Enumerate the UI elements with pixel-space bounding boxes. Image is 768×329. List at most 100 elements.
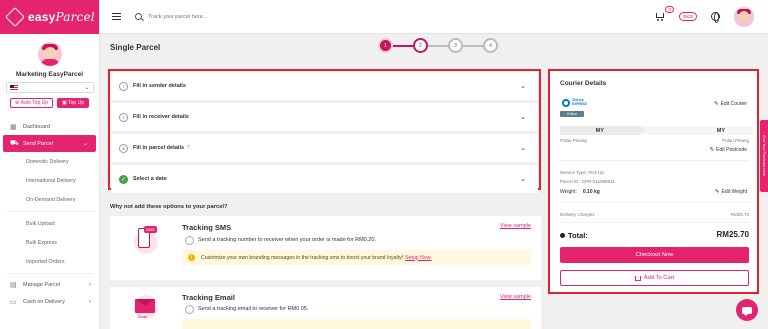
malaysia-flag-icon <box>9 85 18 90</box>
sidebar-item-manage-parcel[interactable]: ▤ Manage Parcel › <box>0 276 99 293</box>
cart-icon[interactable]: 0 <box>655 6 674 21</box>
sms-option-radio[interactable] <box>185 236 194 245</box>
check-icon: ✓ <box>119 174 128 184</box>
chevron-down-icon[interactable]: ⌄ <box>520 144 526 152</box>
sidebar-subitem-imported-orders[interactable]: Imported Orders <box>0 252 99 271</box>
top-up-button[interactable]: ▣ Top Up <box>57 98 89 108</box>
accordion-label: Fill in receiver details <box>133 114 189 120</box>
setup-now-link[interactable]: Setup Now. <box>405 255 432 261</box>
option-description: Send a tracking number to receiver when … <box>198 237 376 243</box>
sidebar-item-label: Dashboard <box>23 123 50 130</box>
step-2[interactable]: 2 <box>413 38 428 53</box>
pencil-icon: ✎ <box>713 101 719 107</box>
accordion-sender-details[interactable]: i Fill in sender details ⌄ <box>111 72 538 100</box>
cash-on-delivery-icon: ▭ <box>10 298 17 306</box>
sidebar-item-label: Cash on Delivery <box>23 298 65 305</box>
sidebar-subitem-domestic[interactable]: Domestic Delivery <box>0 152 99 171</box>
cart-count-badge: 0 <box>665 6 674 13</box>
weight-line: Weight: 0.10 kg <box>560 189 600 195</box>
chevron-down-icon[interactable]: ⌄ <box>520 175 526 183</box>
parcel-details-accordion: i Fill in sender details ⌄ ii Fill in re… <box>108 69 541 193</box>
delivery-charges-value: RM25.70 <box>730 212 749 217</box>
option-title: Tracking Email <box>182 293 235 302</box>
chevron-down-icon: ⌄ <box>84 85 90 91</box>
bullet-icon <box>560 233 565 238</box>
step-connector <box>463 44 483 47</box>
search-icon <box>135 13 142 20</box>
dashboard-icon: ▦ <box>10 123 17 131</box>
view-sample-link[interactable]: View sample <box>500 223 531 229</box>
avatar[interactable] <box>37 42 62 66</box>
step-4[interactable]: 4 <box>483 38 498 53</box>
help-icon[interactable]: ? <box>187 145 190 151</box>
profile: Marketing EasyParcel ⌄ ⊕ Auto Top Up ▣ T… <box>0 34 99 108</box>
country-select[interactable]: ⌄ <box>5 82 94 93</box>
sidebar-item-label: Send Parcel <box>23 140 53 147</box>
total-value: RM25.70 <box>716 230 749 239</box>
sms-bubble-label: SMS <box>144 226 157 233</box>
divider <box>6 211 93 212</box>
chat-button[interactable] <box>736 299 758 321</box>
edit-postcode-button[interactable]: ✎ Edit Postcode <box>710 147 747 153</box>
auto-top-up-button[interactable]: ⊕ Auto Top Up <box>10 98 54 108</box>
accordion-receiver-details[interactable]: ii Fill in receiver details ⌄ <box>111 103 538 131</box>
send-parcel-icon: ⛟ <box>10 140 19 147</box>
view-sample-link[interactable]: View sample <box>500 294 531 300</box>
step-3[interactable]: 3 <box>448 38 463 53</box>
user-avatar[interactable] <box>734 6 754 27</box>
email-option-radio[interactable] <box>185 305 194 314</box>
top-bar: 0 5925 <box>100 0 768 34</box>
feedback-tab[interactable]: Give Your Feedback Here <box>760 120 768 192</box>
divider <box>558 202 749 203</box>
sidebar-item-dashboard[interactable]: ▦ Dashboard <box>0 118 99 135</box>
sidebar-item-send-parcel[interactable]: ⛟ Send Parcel ⌄ <box>3 135 96 152</box>
stepper: 1 2 3 4 <box>378 38 498 53</box>
logo-bar[interactable]: easyParcel <box>0 0 99 34</box>
online-tag: Online <box>560 111 584 117</box>
step-number: i <box>119 81 128 91</box>
courier-logo-icon <box>562 99 570 107</box>
from-city: Pulau Pinang <box>560 138 587 143</box>
menu-icon[interactable] <box>112 11 121 21</box>
sidebar-subitem-on-demand[interactable]: On-Demand Delivery <box>0 190 99 209</box>
sidebar-item-cash-on-delivery[interactable]: ▭ Cash on Delivery › <box>0 293 99 310</box>
pencil-icon: ✎ <box>714 189 720 195</box>
accordion-label: Fill in parcel details <box>133 145 185 151</box>
accordion-parcel-details[interactable]: iii Fill in parcel details ? ⌄ <box>111 134 538 162</box>
chevron-right-icon: › <box>89 281 91 288</box>
sidebar: easyParcel Marketing EasyParcel ⌄ ⊕ Auto… <box>0 0 100 329</box>
edit-weight-button[interactable]: ✎ Edit Weight <box>715 189 747 195</box>
cart-icon <box>634 275 641 281</box>
globe-icon[interactable] <box>711 12 720 23</box>
to-country: MY <box>645 126 753 135</box>
edit-courier-button[interactable]: ✎ Edit Courier <box>714 101 747 107</box>
chevron-down-icon[interactable]: ⌄ <box>520 113 526 121</box>
info-icon: ! <box>188 254 195 261</box>
tracking-sms-card: SMS Tracking SMS View sample Send a trac… <box>110 216 541 280</box>
route-bar: MY MY <box>560 126 753 135</box>
page-title: Single Parcel <box>110 43 161 52</box>
notification-pill[interactable]: 5925 <box>678 12 697 21</box>
courier-logo: CitiLink EXPRESS <box>562 98 592 108</box>
sidebar-subitem-bulk-express[interactable]: Bulk Express <box>0 233 99 252</box>
courier-details-panel: Courier Details CitiLink EXPRESS Online ✎… <box>548 69 759 294</box>
courier-details-title: Courier Details <box>560 80 607 87</box>
sms-illustration-icon: SMS <box>130 226 164 256</box>
manage-parcel-icon: ▤ <box>10 281 17 289</box>
step-connector <box>393 44 413 47</box>
add-to-cart-button[interactable]: Add To Cart <box>560 270 749 286</box>
note-text: Customize your own branding messages in … <box>201 254 404 261</box>
step-1[interactable]: 1 <box>378 38 393 53</box>
chevron-down-icon[interactable]: ⌄ <box>520 82 526 90</box>
branding-note: ! Customize your own branding messages i… <box>182 250 531 265</box>
search-input[interactable] <box>148 13 328 20</box>
sidebar-subitem-international[interactable]: International Delivery <box>0 171 99 190</box>
step-number: ii <box>119 112 128 122</box>
profile-name: Marketing EasyParcel <box>15 71 84 78</box>
accordion-select-date[interactable]: ✓ Select a date ⌄ <box>111 165 538 193</box>
checkout-now-button[interactable]: Checkout Now <box>560 247 749 263</box>
chevron-right-icon: › <box>89 298 91 305</box>
divider <box>558 160 749 161</box>
divider <box>6 273 93 274</box>
sidebar-subitem-bulk-upload[interactable]: Bulk Upload <box>0 214 99 233</box>
